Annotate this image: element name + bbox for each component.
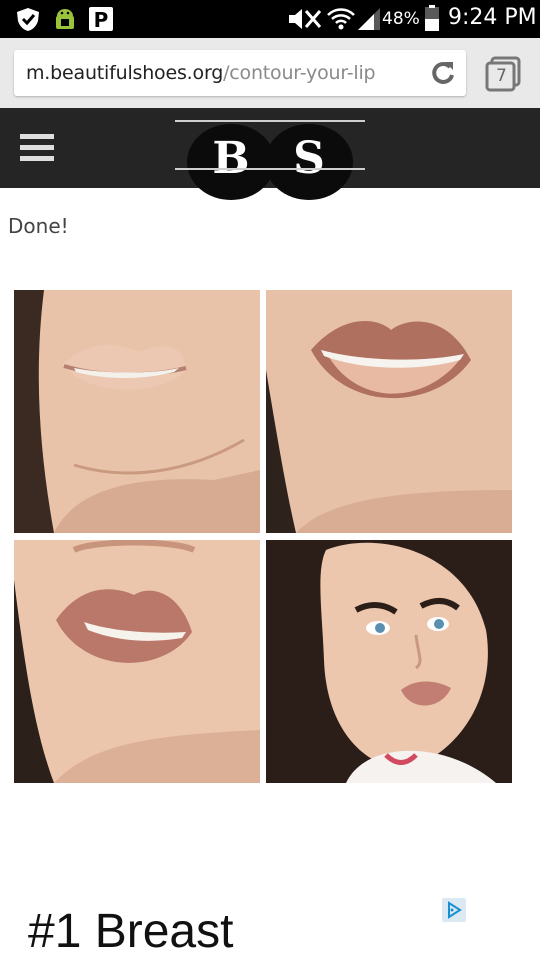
menu-icon-bar [20, 156, 54, 161]
wifi-icon [327, 8, 355, 30]
battery-percent: 48% [382, 9, 420, 29]
reload-button[interactable] [428, 58, 458, 88]
lips-bare-photo[interactable] [14, 290, 260, 533]
lips-filled-photo[interactable] [14, 540, 260, 783]
url-domain: m.beautifulshoes.org [26, 62, 224, 84]
menu-icon-bar [20, 134, 54, 139]
finished-look-photo[interactable] [266, 540, 512, 783]
site-header: B S [0, 108, 540, 200]
ad-heading[interactable]: #1 Breast [28, 904, 233, 959]
browser-toolbar: m.beautifulshoes.org/contour-your-lip 7 [0, 38, 540, 108]
menu-icon-bar [20, 145, 54, 150]
tab-switcher-button[interactable]: 7 [484, 56, 522, 92]
signal-icon [358, 8, 380, 30]
reload-icon [432, 61, 454, 84]
logo-letter-s: S [265, 124, 353, 200]
svg-text:P: P [94, 8, 109, 32]
site-logo[interactable]: B S [175, 120, 365, 200]
clock: 9:24 PM [448, 5, 537, 30]
logo-bottom-rule [175, 168, 365, 170]
parking-icon: P [89, 7, 113, 32]
ad-choices-button[interactable] [442, 898, 466, 922]
shield-icon [17, 8, 39, 31]
status-bar: P 48% 9:24 PM [0, 0, 540, 38]
logo-letter-b: B [187, 124, 275, 200]
hamburger-menu-button[interactable] [20, 134, 54, 162]
lips-lined-photo[interactable] [266, 290, 512, 533]
url-path: /contour-your-lip [223, 62, 376, 84]
adchoices-icon [448, 901, 462, 919]
battery-icon [425, 5, 439, 31]
url-text[interactable]: m.beautifulshoes.org/contour-your-lip [26, 62, 376, 84]
article-caption: Done! [8, 214, 69, 238]
tab-count: 7 [496, 66, 507, 86]
android-debug-icon [56, 9, 74, 29]
mute-icon [289, 9, 322, 29]
address-bar[interactable]: m.beautifulshoes.org/contour-your-lip [14, 50, 466, 96]
logo-top-rule [175, 120, 365, 122]
photo-grid [14, 290, 512, 788]
